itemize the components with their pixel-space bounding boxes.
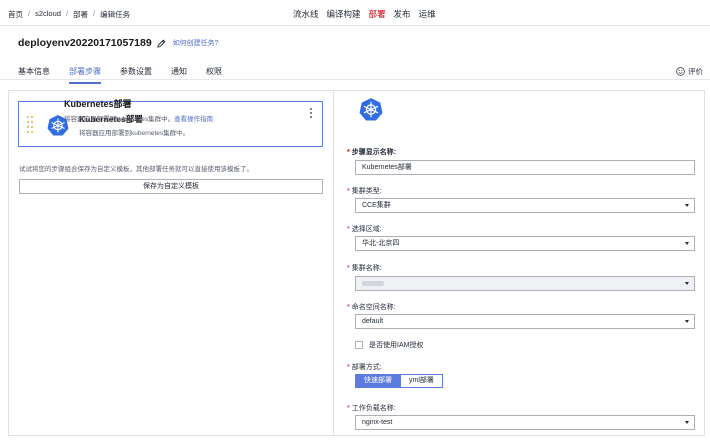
redacted-value (362, 280, 384, 286)
chevron-down-icon (685, 242, 689, 245)
breadcrumb-edit-task: 编辑任务 (100, 10, 131, 19)
rate-button[interactable]: 评价 (676, 66, 703, 77)
breadcrumb-home[interactable]: 首页 (8, 9, 23, 20)
breadcrumb-separator: / (65, 9, 69, 18)
required-mark: * (347, 405, 350, 412)
topnav-deploy[interactable]: 部署 (369, 8, 386, 20)
topnav-build[interactable]: 编译构建 (327, 8, 361, 20)
deploy-mode-yml[interactable]: yml部署 (401, 374, 443, 388)
required-mark: * (347, 188, 350, 195)
step-name-input[interactable]: Kubernetes部署 (355, 160, 695, 175)
region-value: 华北-北京四 (362, 240, 400, 247)
breadcrumb: 首页 / s2cloud / 部署 / 编辑任务 (8, 9, 130, 20)
breadcrumb-project[interactable]: s2cloud (35, 9, 61, 20)
drag-handle-icon[interactable] (27, 116, 33, 134)
cluster-type-value: CCE集群 (362, 202, 391, 209)
step-name-label: * 步骤显示名称: (347, 147, 396, 157)
tab-basic-info[interactable]: 基本信息 (18, 66, 50, 84)
cluster-type-label-text: 集群类型: (351, 188, 382, 195)
region-select[interactable]: 华北-北京四 (355, 236, 695, 251)
tab-parameters[interactable]: 参数设置 (120, 66, 152, 84)
required-mark: * (347, 304, 350, 311)
cluster-type-select[interactable]: CCE集群 (355, 198, 695, 213)
page-title: deployenv20220171057189 (18, 37, 152, 49)
tab-divider (0, 79, 710, 80)
breadcrumb-separator: / (93, 9, 96, 18)
namespace-label: * 命名空间名称: (347, 302, 396, 312)
cluster-name-select[interactable] (355, 276, 695, 291)
required-mark: * (347, 149, 350, 156)
operation-guide-link[interactable]: 查看操作指南 (174, 116, 213, 123)
config-desc-text: 将容器应用部署到kubernetes集群中。 (64, 116, 175, 123)
kubernetes-icon (359, 98, 383, 121)
namespace-select[interactable]: default (355, 314, 695, 329)
deploy-mode-label-text: 部署方式: (351, 364, 382, 371)
deploy-mode-label: * 部署方式: (347, 362, 382, 372)
workload-label: * 工作负载名称: (347, 403, 396, 413)
region-label: * 选择区域: (347, 224, 382, 234)
chevron-down-icon (685, 282, 689, 285)
tab-deploy-steps[interactable]: 部署步骤 (69, 66, 101, 84)
namespace-label-text: 命名空间名称: (351, 304, 396, 311)
top-nav: 流水线 编译构建 部署 发布 运维 (293, 8, 436, 20)
namespace-value: default (362, 318, 384, 325)
workload-label-text: 工作负载名称: (351, 405, 396, 412)
required-mark: * (347, 364, 350, 371)
topnav-release[interactable]: 发布 (394, 8, 411, 20)
smiley-icon (676, 67, 685, 76)
required-mark: * (347, 226, 350, 233)
config-title: Kubernetes部署 (64, 99, 132, 109)
config-desc: 将容器应用部署到kubernetes集群中。查看操作指南 (64, 113, 213, 123)
chevron-down-icon (685, 204, 689, 207)
deploy-mode-toggle: 快速部署 yml部署 (355, 374, 443, 388)
template-hint: 试试将您的步骤组合保存为自定义模板，其他部署任务就可以直接使用该模板了。 (19, 166, 253, 173)
cluster-name-label-text: 集群名称: (351, 265, 382, 272)
workload-select[interactable]: nginx-test (355, 415, 695, 430)
topnav-pipeline[interactable]: 流水线 (293, 8, 319, 20)
tab-notification[interactable]: 通知 (171, 66, 187, 84)
pencil-icon[interactable] (156, 39, 166, 48)
chevron-down-icon (685, 320, 689, 323)
deploy-mode-quick[interactable]: 快速部署 (355, 374, 401, 388)
cluster-type-label: * 集群类型: (347, 186, 382, 196)
steps-panel: Kubernetes部署 将容器应用部署到kubernetes集群中。 试试将您… (8, 90, 334, 436)
rate-label: 评价 (688, 67, 703, 76)
how-to-create-task-link[interactable]: 如何创建任务? (173, 38, 219, 48)
task-tabs: 基本信息 部署步骤 参数设置 通知 权限 (18, 66, 222, 84)
topnav-ops[interactable]: 运维 (419, 8, 436, 20)
cluster-name-label: * 集群名称: (347, 263, 382, 273)
more-vertical-icon[interactable] (309, 108, 313, 120)
breadcrumb-deploy[interactable]: 部署 (73, 9, 88, 20)
top-bar: 首页 / s2cloud / 部署 / 编辑任务 流水线 编译构建 部署 发布 … (0, 0, 710, 26)
task-title-bar: deployenv20220171057189 如何创建任务? (18, 37, 219, 49)
breadcrumb-separator: / (28, 9, 31, 18)
save-as-template-button[interactable]: 保存为自定义模板 (19, 179, 323, 194)
iam-auth-option[interactable]: 是否使用IAM授权 (355, 340, 423, 350)
iam-auth-label: 是否使用IAM授权 (369, 342, 424, 349)
workload-value: nginx-test (362, 419, 393, 426)
iam-auth-checkbox[interactable] (355, 341, 363, 349)
step-name-label-text: 步骤显示名称: (351, 149, 397, 156)
tab-permissions[interactable]: 权限 (206, 66, 222, 84)
chevron-down-icon (685, 421, 689, 424)
region-label-text: 选择区域: (351, 226, 382, 233)
step-card-desc: 将容器应用部署到kubernetes集群中。 (79, 130, 190, 137)
required-mark: * (347, 265, 350, 272)
